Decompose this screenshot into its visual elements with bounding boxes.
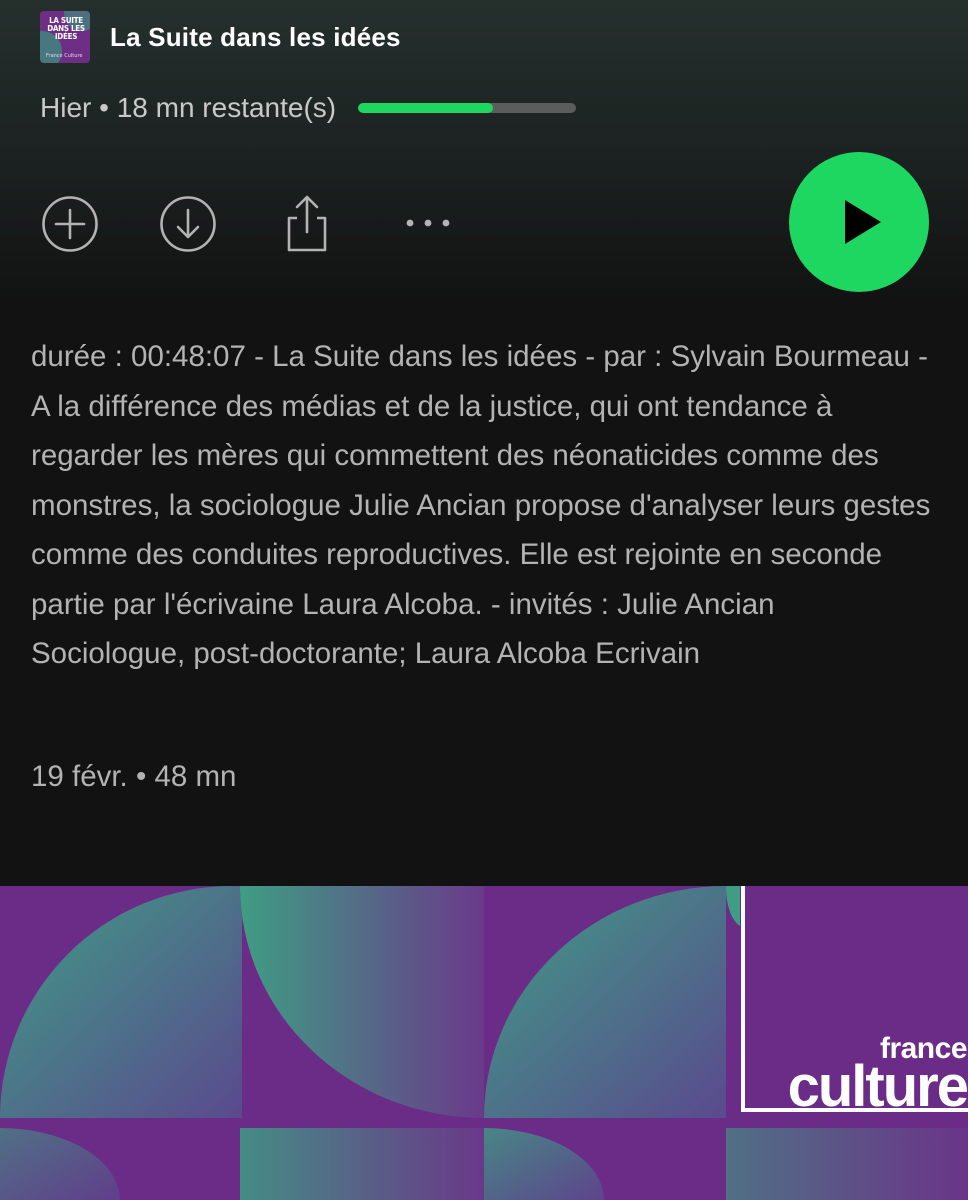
time-remaining: Hier • 18 mn restante(s) (40, 92, 337, 123)
share-icon (287, 195, 327, 252)
episode-header: LA SUITE DANS LES IDÉES France Culture L… (40, 10, 401, 64)
add-to-library-button[interactable] (40, 194, 100, 254)
cover-art: france culture (0, 886, 968, 1200)
progress-fill (358, 103, 494, 113)
logo-culture-text: culture (787, 1054, 968, 1119)
plus-circle-icon (42, 196, 98, 252)
release-date-duration: 19 févr. • 48 mn (31, 760, 237, 793)
download-button[interactable] (158, 194, 218, 254)
share-button[interactable] (280, 190, 334, 256)
episode-description: durée : 00:48:07 - La Suite dans les idé… (31, 340, 931, 670)
thumbnail-subtitle: France Culture (46, 53, 83, 59)
episode-meta-row: Hier • 18 mn restante(s) (40, 88, 577, 128)
show-thumbnail[interactable]: LA SUITE DANS LES IDÉES France Culture (40, 11, 90, 63)
more-options-button[interactable] (398, 206, 458, 240)
show-title[interactable]: La Suite dans les idées (110, 22, 401, 53)
play-button[interactable] (789, 152, 929, 292)
france-culture-logo: france culture (741, 886, 968, 1119)
more-dots-icon (406, 219, 450, 227)
thumbnail-title: LA SUITE DANS LES IDÉES (47, 16, 85, 41)
download-icon (160, 196, 216, 252)
play-icon (845, 200, 881, 244)
progress-bar (358, 103, 577, 113)
